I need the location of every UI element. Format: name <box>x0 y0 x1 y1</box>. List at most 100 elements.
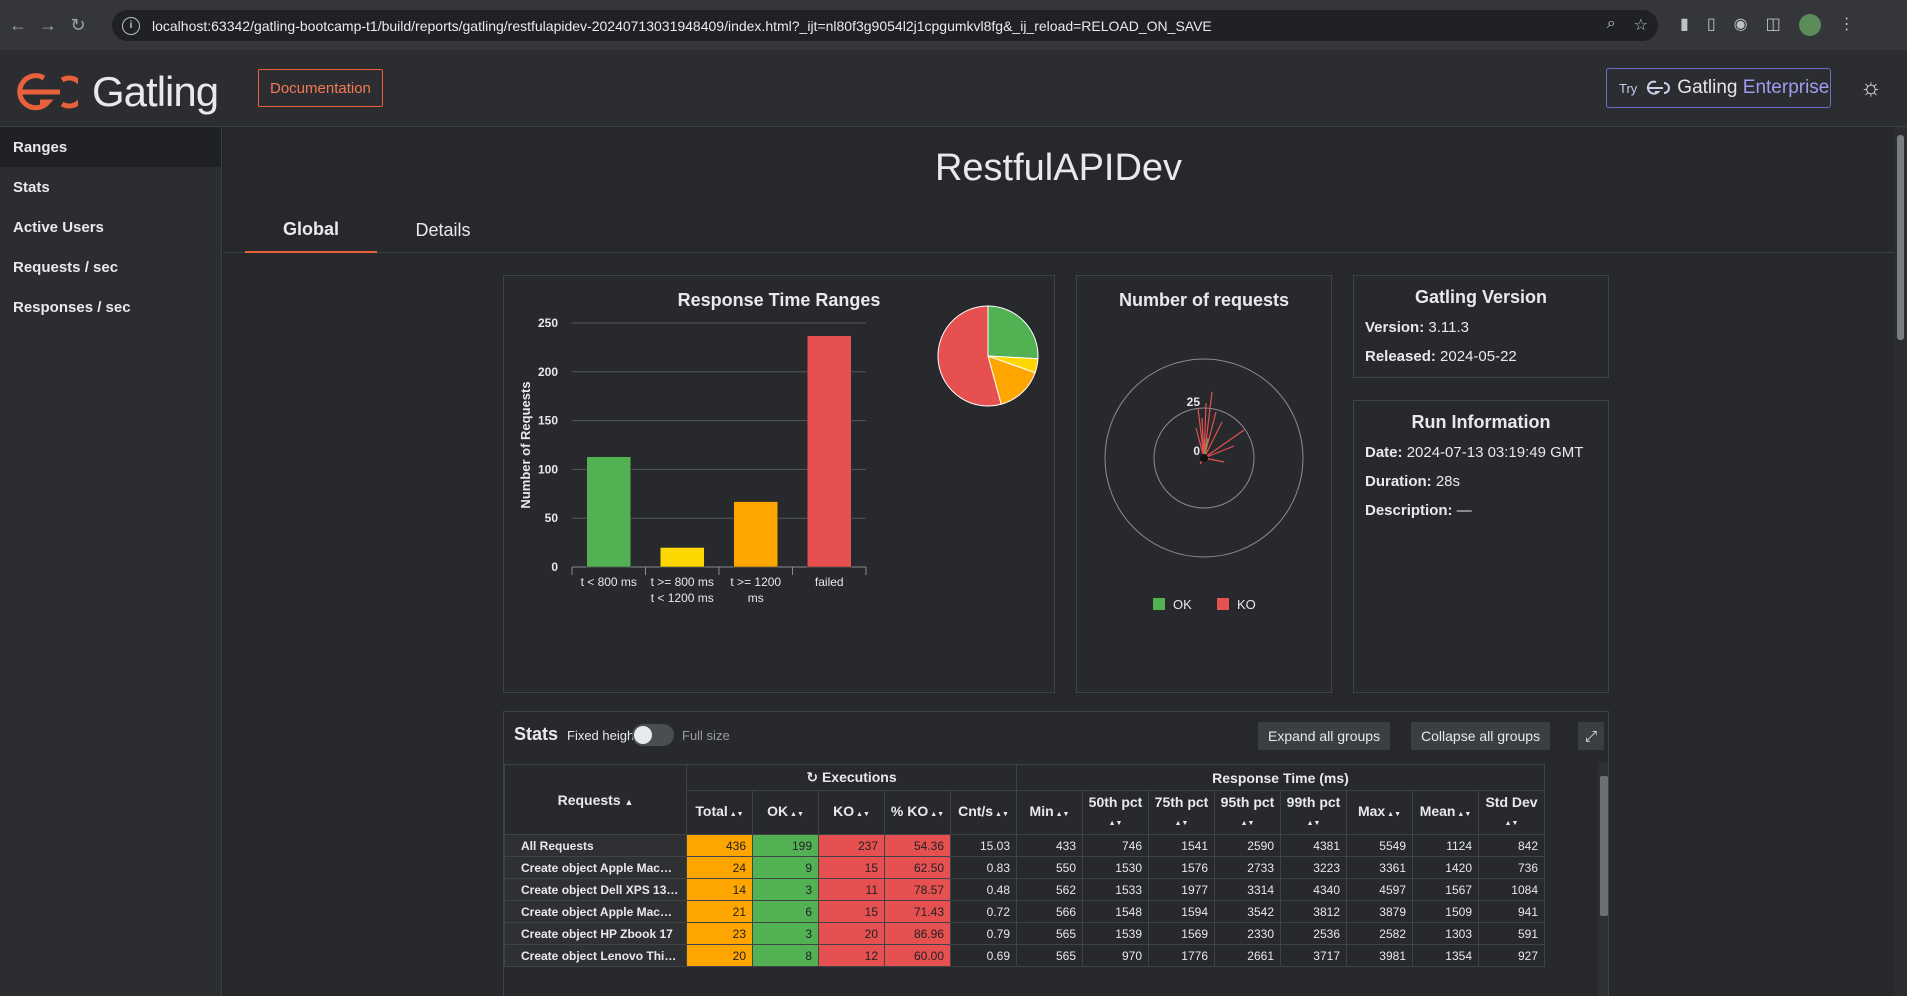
back-icon[interactable]: ← <box>6 13 30 37</box>
column-header[interactable]: Mean ▲▼ <box>1412 790 1479 835</box>
table-cell: 1548 <box>1082 900 1149 923</box>
table-cell: 2733 <box>1214 856 1281 879</box>
column-header[interactable]: 50th pct ▲▼ <box>1082 790 1149 835</box>
column-header-label: 95th pct <box>1220 793 1275 810</box>
tab-global[interactable]: Global <box>245 207 377 253</box>
column-header[interactable]: Min ▲▼ <box>1016 790 1083 835</box>
extension-icon-3[interactable]: ◉ <box>1734 14 1748 36</box>
requests-header[interactable]: Requests ▲ <box>504 764 687 835</box>
run-date-row: Date: 2024-07-13 03:19:49 GMT <box>1365 444 1583 461</box>
column-header[interactable]: 99th pct ▲▼ <box>1280 790 1347 835</box>
request-name-cell[interactable]: Create object HP Zbook 17 <box>504 922 687 945</box>
tab-details[interactable]: Details <box>377 207 509 253</box>
sidebar-item-requests-sec[interactable]: Requests / sec <box>0 247 221 287</box>
request-name-cell[interactable]: Create object Dell XPS 13 9360 <box>504 878 687 901</box>
column-header-label: 75th pct <box>1154 793 1209 810</box>
table-cell: 15 <box>818 900 885 923</box>
table-cell: 1084 <box>1478 878 1545 901</box>
menu-kebab-icon[interactable]: ⋮ <box>1839 14 1855 36</box>
request-name-cell[interactable]: Create object Apple MacBoo... <box>504 900 687 923</box>
zoom-icon[interactable]: ⌕ <box>1607 15 1616 35</box>
table-cell: 436 <box>686 834 753 857</box>
duration-value: 28s <box>1435 473 1461 490</box>
table-cell: 0.48 <box>950 878 1017 901</box>
table-row[interactable]: Create object HP Zbook 17 23 3 20 86.96 0.79 5… <box>504 922 1545 945</box>
table-cell: 8 <box>752 944 819 967</box>
sidebar-item-stats[interactable]: Stats <box>0 167 221 207</box>
column-header[interactable]: Total ▲▼ <box>686 790 753 835</box>
stats-scroll-thumb[interactable] <box>1600 776 1608 916</box>
column-header[interactable]: Max ▲▼ <box>1346 790 1413 835</box>
table-row[interactable]: Create object Apple MacBoo... 24 9 15 62.50 0… <box>504 856 1545 879</box>
version-label: Version: <box>1365 319 1425 336</box>
documentation-button[interactable]: Documentation <box>258 69 383 107</box>
column-header[interactable]: OK ▲▼ <box>752 790 819 835</box>
column-header-label: OK <box>767 802 789 819</box>
reload-icon[interactable]: ↻ <box>66 13 90 37</box>
sidebar-item-responses-sec[interactable]: Responses / sec <box>0 287 221 327</box>
expand-all-groups-button[interactable]: Expand all groups <box>1258 722 1391 750</box>
column-header[interactable]: 95th pct ▲▼ <box>1214 790 1281 835</box>
column-header[interactable]: KO ▲▼ <box>818 790 885 835</box>
browser-toolbar: ← → ↻ i localhost:63342/gatling-bootcamp… <box>0 0 1907 50</box>
stats-scrollbar[interactable] <box>1598 762 1608 996</box>
request-name-cell[interactable]: All Requests <box>504 834 687 857</box>
extension-icon-2[interactable]: ▯ <box>1707 14 1716 36</box>
table-cell: 11 <box>818 878 885 901</box>
enterprise-brand: Gatling <box>1677 77 1738 98</box>
profile-avatar[interactable] <box>1798 14 1821 36</box>
collapse-all-groups-button[interactable]: Collapse all groups <box>1411 722 1551 750</box>
gatling-version-panel: Gatling Version Version: 3.11.3 Released… <box>1353 275 1609 378</box>
table-row[interactable]: Create object Lenovo Thinkp... 20 8 12 60.00… <box>504 944 1545 967</box>
bookmark-star-icon[interactable]: ☆ <box>1634 15 1648 35</box>
polar-center-dot <box>1200 454 1208 462</box>
sidebar-item-ranges[interactable]: Ranges <box>0 127 221 167</box>
forward-icon[interactable]: → <box>36 13 60 37</box>
column-header-label: Cnt/s <box>958 802 994 819</box>
table-cell: 2590 <box>1214 834 1281 857</box>
table-cell: 2582 <box>1346 922 1413 945</box>
tab-bar: Global Details <box>223 207 1894 253</box>
page-scrollbar[interactable] <box>1894 127 1907 996</box>
address-bar[interactable]: i localhost:63342/gatling-bootcamp-t1/bu… <box>112 10 1658 41</box>
table-cell: 15.03 <box>950 834 1017 857</box>
table-cell: 3314 <box>1214 878 1281 901</box>
request-name-cell[interactable]: Create object Apple MacBoo... <box>504 856 687 879</box>
requests-header-label: Requests <box>557 791 621 808</box>
sidebar-item-active-users[interactable]: Active Users <box>0 207 221 247</box>
table-cell: 3 <box>752 878 819 901</box>
table-cell: 941 <box>1478 900 1545 923</box>
table-row[interactable]: Create object Apple MacBoo... 21 6 15 71.43 0… <box>504 900 1545 923</box>
column-header[interactable]: % KO ▲▼ <box>884 790 951 835</box>
y-tick-label: 100 <box>538 462 558 476</box>
table-cell: 86.96 <box>884 922 951 945</box>
table-cell: 3361 <box>1346 856 1413 879</box>
theme-toggle-sun-icon[interactable]: ☼ <box>1860 74 1882 102</box>
table-row[interactable]: All Requests 436 199 237 54.36 15.03 433 746 154… <box>504 834 1545 857</box>
sort-icon: ▲▼ <box>1504 819 1519 827</box>
fullscreen-icon[interactable]: ⤢ <box>1578 722 1604 750</box>
try-label: Try <box>1619 80 1638 96</box>
y-tick-label: 150 <box>538 414 558 428</box>
try-enterprise-button[interactable]: Try Gatling Enterprise <box>1606 68 1831 108</box>
page-scroll-thumb[interactable] <box>1897 135 1904 340</box>
column-header[interactable]: 75th pct ▲▼ <box>1148 790 1215 835</box>
site-info-icon[interactable]: i <box>122 16 140 35</box>
table-cell: 5549 <box>1346 834 1413 857</box>
extension-icon-1[interactable]: ▮ <box>1680 14 1689 36</box>
table-row[interactable]: Create object Dell XPS 13 9360 14 3 11 78.57… <box>504 878 1545 901</box>
run-duration-row: Duration: 28s <box>1365 473 1460 490</box>
table-cell: 237 <box>818 834 885 857</box>
request-name-cell[interactable]: Create object Lenovo Thinkp... <box>504 944 687 967</box>
column-header[interactable]: Cnt/s ▲▼ <box>950 790 1017 835</box>
released-row: Released: 2024-05-22 <box>1365 348 1517 365</box>
table-cell: 3717 <box>1280 944 1347 967</box>
fixed-height-toggle[interactable] <box>632 724 674 746</box>
table-cell: 23 <box>686 922 753 945</box>
extensions-puzzle-icon[interactable]: ◫ <box>1766 14 1781 36</box>
url-text[interactable]: localhost:63342/gatling-bootcamp-t1/buil… <box>152 18 1212 34</box>
gatling-logo[interactable]: Gatling <box>14 68 219 116</box>
stats-title: Stats <box>514 724 559 744</box>
table-cell: 2661 <box>1214 944 1281 967</box>
column-header[interactable]: Std Dev ▲▼ <box>1478 790 1545 835</box>
